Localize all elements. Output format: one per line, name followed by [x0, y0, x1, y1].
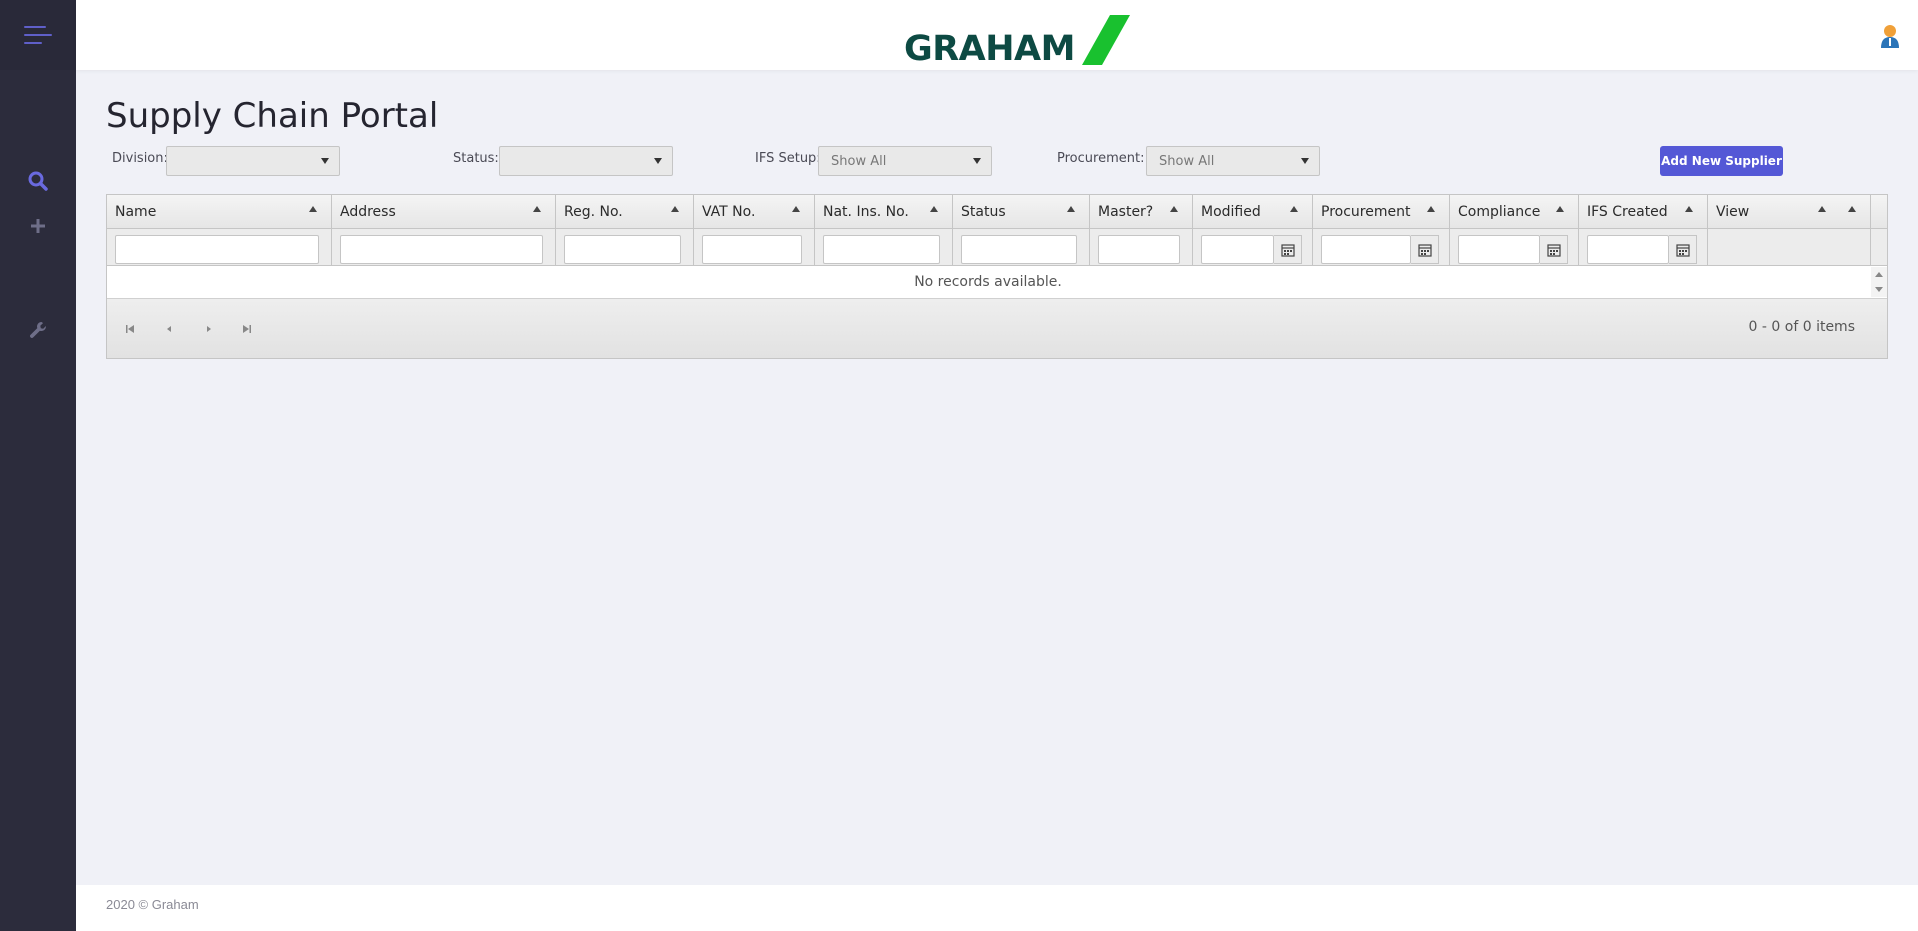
first-page-icon[interactable]: [122, 321, 138, 337]
procurement-value: Show All: [1159, 153, 1215, 169]
column-header-ifs-created[interactable]: IFS Created: [1579, 195, 1708, 229]
sort-arrow-icon: [671, 206, 679, 212]
compliance-date-input[interactable]: [1458, 235, 1540, 264]
sort-arrow-icon: [1427, 206, 1435, 212]
reg-no-filter-input[interactable]: [564, 235, 681, 264]
wrench-icon: [30, 322, 46, 338]
filter-cell-name: [107, 229, 332, 266]
grid-header-row: Name Address Reg. No. VAT No. Nat. Ins. …: [107, 195, 1887, 229]
column-header-status[interactable]: Status: [953, 195, 1090, 229]
filter-cell-ifs-created: [1579, 229, 1708, 266]
hamburger-menu-icon[interactable]: [24, 26, 52, 44]
address-filter-input[interactable]: [340, 235, 543, 264]
column-header-nat-ins-no[interactable]: Nat. Ins. No.: [815, 195, 953, 229]
filter-cell-reg-no: [556, 229, 694, 266]
filter-cell-address: [332, 229, 556, 266]
procurement-date-input[interactable]: [1321, 235, 1411, 264]
division-select[interactable]: [166, 146, 340, 176]
sort-arrow-icon: [1067, 206, 1075, 212]
sidebar-item-add[interactable]: [0, 209, 76, 243]
sort-arrow-icon: [792, 206, 800, 212]
scroll-up-icon[interactable]: [1875, 272, 1883, 277]
grid-filter-row: [107, 229, 1887, 266]
master-filter-input[interactable]: [1098, 235, 1180, 264]
sidebar-header: [0, 0, 76, 70]
calendar-icon[interactable]: [1411, 235, 1439, 264]
footer: 2020 © Graham: [76, 885, 1918, 931]
vat-no-filter-input[interactable]: [702, 235, 802, 264]
chevron-down-icon: [321, 158, 329, 164]
top-header: GRAHAM: [76, 0, 1918, 70]
empty-grid-message: No records available.: [914, 274, 1062, 290]
filter-cell-procurement: [1313, 229, 1450, 266]
column-header-reg-no[interactable]: Reg. No.: [556, 195, 694, 229]
ifs-created-date-input[interactable]: [1587, 235, 1669, 264]
pager-info: 0 - 0 of 0 items: [1748, 319, 1855, 335]
filter-cell-master: [1090, 229, 1193, 266]
sort-arrow-icon: [1818, 206, 1826, 212]
sidebar: [0, 0, 76, 931]
filter-cell-nat-ins-no: [815, 229, 953, 266]
status-select[interactable]: [499, 146, 673, 176]
division-label: Division:: [112, 151, 168, 166]
calendar-icon[interactable]: [1540, 235, 1568, 264]
column-header-name[interactable]: Name: [107, 195, 332, 229]
sort-arrow-icon: [930, 206, 938, 212]
graham-logo[interactable]: GRAHAM: [904, 15, 1130, 69]
sort-arrow-icon: [533, 206, 541, 212]
sort-arrow-icon: [1848, 206, 1856, 212]
column-header-modified[interactable]: Modified: [1193, 195, 1313, 229]
calendar-icon[interactable]: [1274, 235, 1302, 264]
last-page-icon[interactable]: [239, 321, 255, 337]
filter-cell-modified: [1193, 229, 1313, 266]
ifs-setup-label: IFS Setup:: [755, 151, 821, 166]
filter-cell-status: [953, 229, 1090, 266]
sidebar-item-settings[interactable]: [0, 313, 76, 347]
procurement-select[interactable]: Show All: [1146, 146, 1320, 176]
filter-cell-compliance: [1450, 229, 1579, 266]
status-label: Status:: [453, 151, 499, 166]
sort-arrow-icon: [1556, 206, 1564, 212]
footer-copyright: 2020 © Graham: [106, 897, 199, 912]
add-new-supplier-button[interactable]: Add New Supplier: [1660, 146, 1783, 176]
column-header-compliance[interactable]: Compliance: [1450, 195, 1579, 229]
sort-arrow-icon: [309, 206, 317, 212]
nat-ins-no-filter-input[interactable]: [823, 235, 940, 264]
ifs-setup-select[interactable]: Show All: [818, 146, 992, 176]
plus-icon: [31, 219, 45, 233]
column-header-master[interactable]: Master?: [1090, 195, 1193, 229]
column-header-procurement[interactable]: Procurement: [1313, 195, 1450, 229]
user-avatar-icon[interactable]: [1880, 24, 1900, 48]
column-header-address[interactable]: Address: [332, 195, 556, 229]
chevron-down-icon: [1301, 158, 1309, 164]
filter-cell-view: [1708, 229, 1871, 266]
modified-date-input[interactable]: [1201, 235, 1274, 264]
chevron-down-icon: [654, 158, 662, 164]
previous-page-icon[interactable]: [161, 321, 177, 337]
grid-pager: 0 - 0 of 0 items: [107, 298, 1887, 358]
logo-text: GRAHAM: [904, 29, 1075, 69]
scroll-down-icon[interactable]: [1875, 287, 1883, 292]
chevron-down-icon: [973, 158, 981, 164]
grid-vertical-scrollbar[interactable]: [1871, 267, 1887, 297]
name-filter-input[interactable]: [115, 235, 319, 264]
calendar-icon[interactable]: [1669, 235, 1697, 264]
procurement-label: Procurement:: [1057, 151, 1145, 166]
search-icon: [28, 171, 48, 191]
logo-slash-icon: [1082, 15, 1130, 65]
sort-arrow-icon: [1685, 206, 1693, 212]
ifs-setup-value: Show All: [831, 153, 887, 169]
sort-arrow-icon: [1170, 206, 1178, 212]
column-header-vat-no[interactable]: VAT No.: [694, 195, 815, 229]
page-title: Supply Chain Portal: [106, 96, 439, 136]
sort-arrow-icon: [1290, 206, 1298, 212]
column-header-view[interactable]: View: [1708, 195, 1871, 229]
status-filter-input[interactable]: [961, 235, 1077, 264]
sidebar-item-search[interactable]: [0, 164, 76, 198]
filter-cell-vat-no: [694, 229, 815, 266]
supplier-grid: Name Address Reg. No. VAT No. Nat. Ins. …: [106, 194, 1888, 359]
next-page-icon[interactable]: [201, 321, 217, 337]
